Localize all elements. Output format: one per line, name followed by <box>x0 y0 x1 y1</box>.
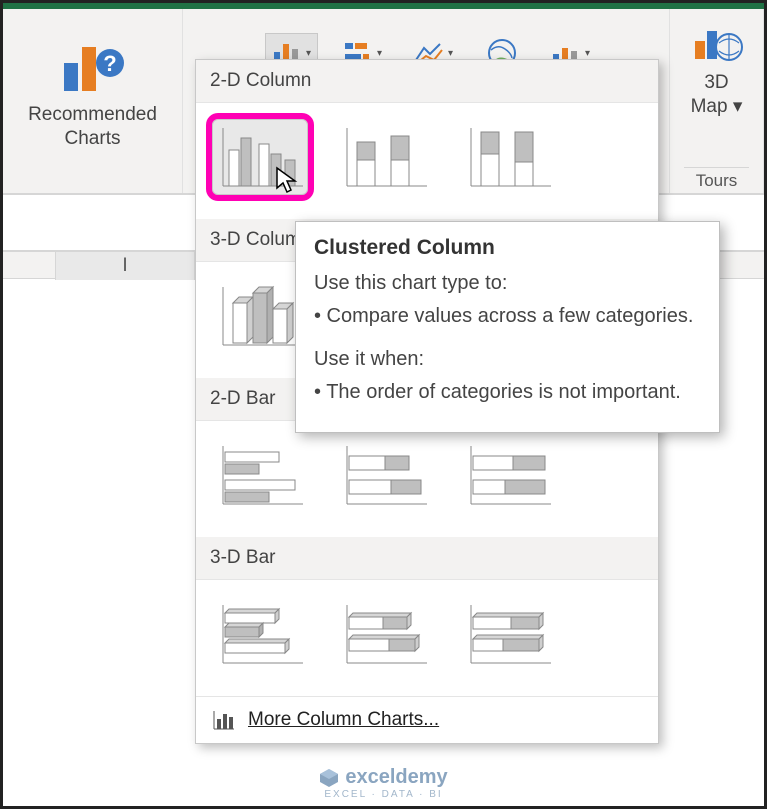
3d-map-label[interactable]: 3D Map ▾ <box>691 71 743 119</box>
recommended-charts-icon: ? <box>58 37 128 97</box>
chevron-down-icon: ▾ <box>377 48 382 59</box>
stacked-bar-icon <box>337 438 433 514</box>
watermark-brand: exceldemy <box>345 766 447 789</box>
watermark-tagline: EXCEL · DATA · BI <box>324 789 442 800</box>
3d-stacked-bar-option[interactable] <box>336 596 432 672</box>
chevron-down-icon: ▾ <box>733 96 743 117</box>
tooltip-bullet: • Compare values across a few categories… <box>314 303 701 330</box>
svg-text:?: ? <box>103 51 116 76</box>
clustered-column-option[interactable] <box>212 119 308 195</box>
3d-100-stacked-bar-icon <box>461 597 557 673</box>
column-header[interactable]: I <box>55 252 195 280</box>
clustered-column-icon <box>213 120 309 196</box>
tooltip-title: Clustered Column <box>314 236 701 260</box>
chevron-down-icon: ▾ <box>306 48 311 59</box>
watermark-logo-icon <box>319 768 339 788</box>
100-stacked-bar-option[interactable] <box>460 437 556 513</box>
100-stacked-bar-icon <box>461 438 557 514</box>
100-stacked-column-option[interactable] <box>460 119 556 195</box>
clustered-bar-icon <box>213 438 309 514</box>
more-column-charts-label: More Column Charts... <box>248 709 439 731</box>
100-stacked-column-icon <box>461 120 557 196</box>
3d-clustered-column-option[interactable] <box>212 278 308 354</box>
column-chart-small-icon <box>212 709 236 731</box>
3d-100-stacked-bar-option[interactable] <box>460 596 556 672</box>
more-column-charts-link[interactable]: More Column Charts... <box>196 696 658 743</box>
tooltip-clustered-column: Clustered Column Use this chart type to:… <box>295 221 720 433</box>
tooltip-line: Use this chart type to: <box>314 270 701 297</box>
recommended-charts-label: Recommended Charts <box>28 103 157 151</box>
clustered-bar-option[interactable] <box>212 437 308 513</box>
tooltip-bullet: • The order of categories is not importa… <box>314 379 701 406</box>
ribbon-group-recommended-charts[interactable]: ? Recommended Charts <box>3 9 183 193</box>
tours-section-label: Tours <box>684 167 749 191</box>
section-header-3d-bar: 3-D Bar <box>196 537 658 580</box>
ribbon-group-tours: 3D Map ▾ Tours <box>670 9 764 193</box>
chevron-down-icon: ▾ <box>585 48 590 59</box>
3d-clustered-bar-icon <box>213 597 309 673</box>
watermark: exceldemy EXCEL · DATA · BI <box>3 766 764 800</box>
stacked-column-option[interactable] <box>336 119 432 195</box>
section-header-2d-column: 2-D Column <box>196 60 658 103</box>
stacked-column-icon <box>337 120 433 196</box>
3d-clustered-bar-option[interactable] <box>212 596 308 672</box>
stacked-bar-option[interactable] <box>336 437 432 513</box>
tooltip-line: Use it when: <box>314 346 701 373</box>
3d-stacked-bar-icon <box>337 597 433 673</box>
chevron-down-icon: ▾ <box>448 48 453 59</box>
3d-map-icon[interactable] <box>689 19 745 67</box>
